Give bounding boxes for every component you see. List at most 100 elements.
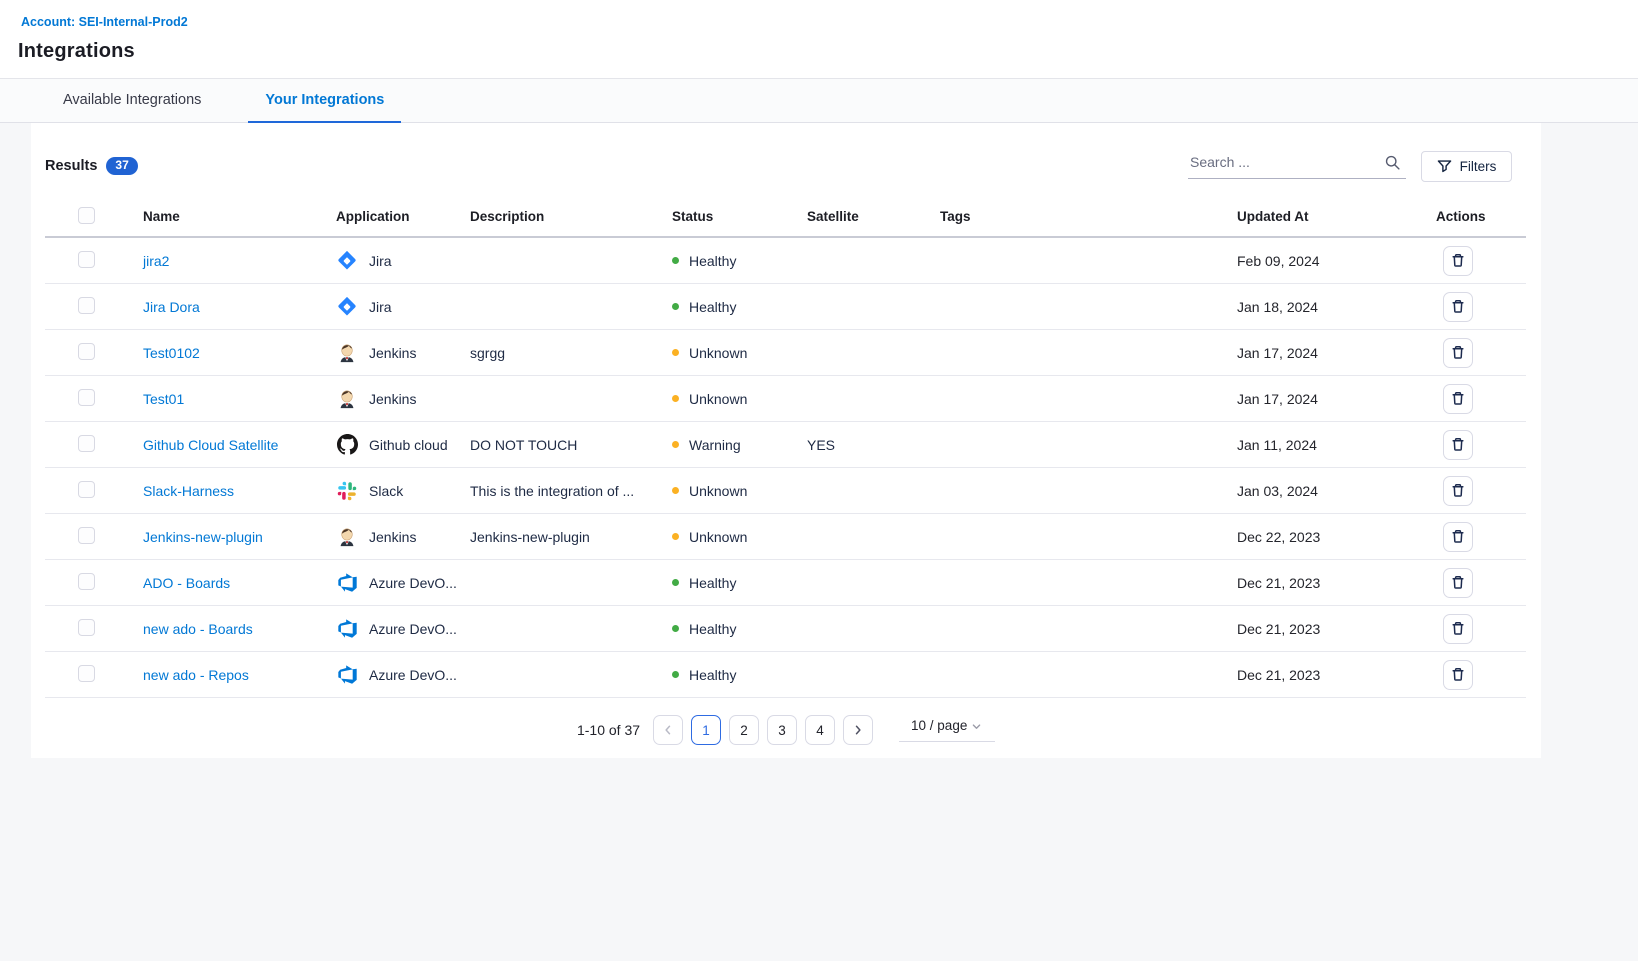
table-row: new ado - Boards Azure DevO... Healthy D… [45,606,1526,652]
row-checkbox[interactable] [78,481,95,498]
page-button-4[interactable]: 4 [805,715,835,745]
integrations-table: Name Application Description Status Sate… [45,197,1526,698]
integration-name-link[interactable]: Jenkins-new-plugin [143,529,263,545]
application-label: Jenkins [369,345,416,361]
tab-bar: Available Integrations Your Integrations [0,79,1638,123]
status-label: Warning [689,437,741,453]
updated-at-value: Jan 17, 2024 [1237,391,1436,407]
next-page-button[interactable] [843,715,873,745]
row-checkbox[interactable] [78,665,95,682]
trash-icon [1450,390,1466,407]
page-size-select[interactable]: 10 / page [899,718,995,742]
chevron-right-icon [852,724,864,736]
description-text: DO NOT TOUCH [470,437,672,453]
page-button-3[interactable]: 3 [767,715,797,745]
application-label: Jira [369,253,392,269]
row-checkbox[interactable] [78,251,95,268]
table-header-row: Name Application Description Status Sate… [45,197,1526,238]
chevron-left-icon [662,724,674,736]
filters-button[interactable]: Filters [1421,151,1512,182]
delete-integration-button[interactable] [1443,476,1473,506]
row-checkbox[interactable] [78,343,95,360]
column-header-tags: Tags [940,209,1237,224]
filters-label: Filters [1460,159,1497,174]
trash-icon [1450,252,1466,269]
trash-icon [1450,344,1466,361]
integration-name-link[interactable]: Test0102 [143,345,200,361]
tab-your-integrations[interactable]: Your Integrations [248,79,401,123]
column-header-actions: Actions [1436,209,1526,224]
delete-integration-button[interactable] [1443,660,1473,690]
search-input[interactable] [1190,154,1360,170]
page-size-label: 10 / page [911,718,967,733]
delete-integration-button[interactable] [1443,614,1473,644]
azure-devops-icon [336,572,358,593]
chevron-down-icon [971,721,982,732]
azure-devops-icon [336,618,358,639]
row-checkbox[interactable] [78,619,95,636]
search-icon [1384,154,1401,171]
status-dot [672,441,679,448]
jenkins-icon [336,526,358,548]
results-count-badge: 37 [106,157,137,175]
results-label: Results [45,158,97,174]
previous-page-button[interactable] [653,715,683,745]
status-label: Healthy [689,575,736,591]
delete-integration-button[interactable] [1443,292,1473,322]
status-label: Healthy [689,253,736,269]
trash-icon [1450,482,1466,499]
integration-name-link[interactable]: new ado - Boards [143,621,253,637]
status-label: Unknown [689,391,747,407]
integration-name-link[interactable]: Jira Dora [143,299,200,315]
integration-name-link[interactable]: new ado - Repos [143,667,249,683]
table-row: Test0102 Jenkins sgrgg Unknown Jan 17, 2… [45,330,1526,376]
delete-integration-button[interactable] [1443,430,1473,460]
status-label: Unknown [689,483,747,499]
toolbar: Results 37 Filters [31,123,1541,182]
search-box[interactable] [1188,154,1406,179]
status-label: Unknown [689,529,747,545]
account-breadcrumb[interactable]: Account: SEI-Internal-Prod2 [21,15,188,29]
integration-name-link[interactable]: jira2 [143,253,169,269]
application-label: Jenkins [369,529,416,545]
application-label: Jenkins [369,391,416,407]
page-button-2[interactable]: 2 [729,715,759,745]
delete-integration-button[interactable] [1443,338,1473,368]
table-row: Github Cloud Satellite Github cloud DO N… [45,422,1526,468]
updated-at-value: Feb 09, 2024 [1237,253,1436,269]
table-row: new ado - Repos Azure DevO... Healthy De… [45,652,1526,698]
updated-at-value: Dec 22, 2023 [1237,529,1436,545]
column-header-application: Application [336,209,470,224]
integration-name-link[interactable]: Github Cloud Satellite [143,437,278,453]
integration-name-link[interactable]: Slack-Harness [143,483,234,499]
delete-integration-button[interactable] [1443,522,1473,552]
tab-available-integrations[interactable]: Available Integrations [46,79,218,123]
row-checkbox[interactable] [78,435,95,452]
delete-integration-button[interactable] [1443,568,1473,598]
integration-name-link[interactable]: ADO - Boards [143,575,230,591]
page-button-1[interactable]: 1 [691,715,721,745]
content-card: Results 37 Filters Name Application Desc… [31,123,1541,758]
table-row: Jira Dora Jira Healthy Jan 18, 2024 [45,284,1526,330]
results-summary: Results 37 [45,157,138,175]
application-label: Github cloud [369,437,448,453]
trash-icon [1450,436,1466,453]
column-header-name: Name [143,209,336,224]
row-checkbox[interactable] [78,297,95,314]
status-dot [672,395,679,402]
delete-integration-button[interactable] [1443,246,1473,276]
status-dot [672,671,679,678]
table-row: ADO - Boards Azure DevO... Healthy Dec 2… [45,560,1526,606]
integrations-page: Account: SEI-Internal-Prod2 Integrations… [0,0,1638,758]
description-text: sgrgg [470,345,672,361]
row-checkbox[interactable] [78,573,95,590]
table-row: Slack-Harness Slack This is the integrat… [45,468,1526,514]
table-row: jira2 Jira Healthy Feb 09, 2024 [45,238,1526,284]
page-title: Integrations [18,40,1638,63]
select-all-checkbox[interactable] [78,207,95,224]
delete-integration-button[interactable] [1443,384,1473,414]
integration-name-link[interactable]: Test01 [143,391,184,407]
updated-at-value: Dec 21, 2023 [1237,575,1436,591]
row-checkbox[interactable] [78,389,95,406]
row-checkbox[interactable] [78,527,95,544]
